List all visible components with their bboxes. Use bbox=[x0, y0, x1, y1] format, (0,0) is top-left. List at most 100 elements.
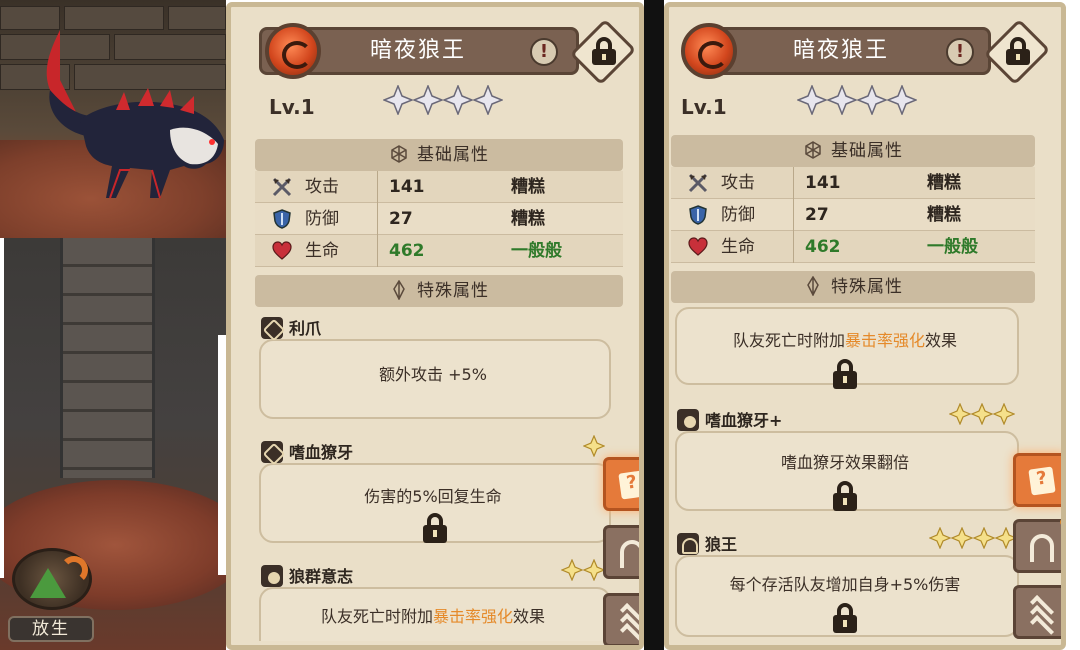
fire-element-icon bbox=[681, 23, 737, 79]
skill-list: 队友死亡时附加暴击率强化效果 嗜血獠牙+ 嗜血獠牙效果翻倍 狼王 每个存活队友增… bbox=[671, 303, 1023, 641]
attribute-label: 生命 bbox=[305, 241, 339, 261]
skill-title: 狼王 bbox=[705, 535, 738, 554]
lock-icon bbox=[831, 481, 859, 513]
help-book-button[interactable] bbox=[603, 457, 639, 511]
star-icon bbox=[992, 402, 1016, 426]
star-icon bbox=[928, 526, 952, 550]
heart-icon bbox=[688, 237, 708, 256]
skill-title: 狼群意志 bbox=[289, 567, 354, 586]
sun-icon bbox=[677, 409, 699, 431]
star-icon bbox=[948, 402, 972, 426]
attribute-row-hp: 生命 462 一般般 bbox=[255, 235, 623, 267]
skill-description: 队友死亡时附加暴击率强化效果 bbox=[732, 331, 958, 350]
skill-header: 利爪 bbox=[261, 315, 321, 339]
lock-icon bbox=[421, 513, 449, 545]
skill-title: 嗜血獠牙+ bbox=[705, 411, 783, 430]
attribute-label: 生命 bbox=[721, 237, 755, 257]
sun-icon bbox=[261, 565, 283, 587]
upgrade-button[interactable] bbox=[1013, 518, 1061, 573]
skill-description: 队友死亡时附加暴击率强化效果 bbox=[320, 607, 546, 626]
skill-title: 利爪 bbox=[289, 319, 322, 338]
star-icon bbox=[560, 558, 584, 582]
pet-name: 暗夜狼王 bbox=[369, 38, 466, 63]
skill-card[interactable]: 嗜血獠牙+ 嗜血獠牙效果翻倍 bbox=[671, 402, 1019, 513]
skill-stars bbox=[582, 434, 606, 459]
skill-card[interactable]: 狼群意志 队友死亡时附加暴击率强化效果 bbox=[255, 558, 611, 641]
attribute-row-hp: 生命 462 一般般 bbox=[671, 231, 1035, 263]
divider bbox=[644, 0, 664, 650]
attribute-row-attack: 攻击 141 糟糕 bbox=[255, 171, 623, 203]
skill-header: 嗜血獠牙+ bbox=[677, 407, 782, 431]
attribute-label: 攻击 bbox=[721, 173, 755, 193]
stone-pillar bbox=[60, 238, 155, 478]
star-icon bbox=[381, 83, 415, 117]
attribute-value: 141 bbox=[805, 173, 841, 193]
star-icon bbox=[441, 83, 475, 117]
return-arrow-icon bbox=[60, 556, 88, 584]
skill-card[interactable]: 利爪 额外攻击 +5% bbox=[255, 311, 611, 419]
arch-icon bbox=[1030, 534, 1054, 562]
attribute-row-attack: 攻击 141 糟糕 bbox=[671, 167, 1035, 199]
swords-icon bbox=[688, 173, 708, 193]
base-attributes-header: 基础属性 bbox=[255, 139, 623, 171]
star-icon bbox=[950, 526, 974, 550]
unlock-icon bbox=[1006, 37, 1030, 65]
star-rating bbox=[795, 83, 919, 119]
name-bar: 暗夜狼王 ! bbox=[693, 27, 991, 75]
star-icon bbox=[885, 83, 919, 117]
skill-description: 每个存活队友增加自身+5%伤害 bbox=[729, 575, 961, 594]
star-icon bbox=[795, 83, 829, 117]
attribute-value: 27 bbox=[389, 209, 413, 229]
star-icon bbox=[582, 558, 606, 582]
unlock-icon bbox=[592, 37, 616, 65]
skill-list: 利爪 额外攻击 +5% 嗜血獠牙 伤害的5%回复生命 狼群意志 队友死亡时附加暴… bbox=[255, 311, 615, 641]
question-book-icon bbox=[618, 470, 639, 500]
skill-header: 狼王 bbox=[677, 531, 737, 555]
skill-card[interactable]: 队友死亡时附加暴击率强化效果 bbox=[671, 303, 1019, 389]
rank-button[interactable] bbox=[603, 593, 639, 645]
special-attributes-header: 特殊属性 bbox=[255, 275, 623, 307]
skill-description: 嗜血獠牙效果翻倍 bbox=[780, 453, 909, 472]
attribute-grade: 一般般 bbox=[511, 241, 562, 261]
attribute-grade: 一般般 bbox=[927, 237, 978, 257]
skill-stars bbox=[948, 402, 1016, 427]
star-icon bbox=[855, 83, 889, 117]
star-icon bbox=[471, 83, 505, 117]
divider bbox=[218, 335, 226, 575]
help-book-button[interactable] bbox=[1013, 453, 1061, 507]
star-icon bbox=[582, 434, 606, 458]
attribute-grade: 糟糕 bbox=[511, 177, 545, 197]
attribute-table: 攻击 141 糟糕 防御 27 糟糕 生命 462 一般般 bbox=[255, 171, 623, 267]
star-icon bbox=[970, 402, 994, 426]
skill-stars bbox=[560, 558, 606, 583]
lock-icon bbox=[831, 603, 859, 635]
attribute-grade: 糟糕 bbox=[927, 173, 961, 193]
attribute-value: 462 bbox=[389, 241, 425, 261]
attribute-grade: 糟糕 bbox=[927, 205, 961, 225]
attribute-value: 141 bbox=[389, 177, 425, 197]
info-icon[interactable]: ! bbox=[530, 38, 558, 66]
divider bbox=[0, 238, 4, 578]
attribute-label: 防御 bbox=[305, 209, 339, 229]
release-label[interactable]: 放生 bbox=[8, 616, 94, 642]
fire-element-icon bbox=[265, 23, 321, 79]
star-icon bbox=[411, 83, 445, 117]
skill-description: 额外攻击 +5% bbox=[379, 365, 487, 384]
attribute-row-defense: 防御 27 糟糕 bbox=[671, 199, 1035, 231]
rank-button[interactable] bbox=[1013, 585, 1061, 640]
star-icon bbox=[972, 526, 996, 550]
upgrade-button[interactable] bbox=[603, 525, 639, 579]
section-title: 基础属性 bbox=[417, 145, 489, 165]
cube-icon bbox=[803, 139, 823, 159]
section-title: 特殊属性 bbox=[831, 277, 903, 297]
screen: 放生 暗夜狼王 ! Lv.1 基础属性 攻击 141 糟糕 防御 27 糟糕 生… bbox=[0, 0, 1080, 650]
skill-description: 伤害的5%回复生命 bbox=[364, 487, 502, 506]
skill-card[interactable]: 嗜血獠牙 伤害的5%回复生命 bbox=[255, 434, 611, 545]
attribute-value: 27 bbox=[805, 205, 829, 225]
cube-icon bbox=[389, 143, 409, 163]
skill-stars bbox=[928, 526, 1018, 551]
crystal-icon bbox=[803, 275, 823, 297]
hexagon-icon bbox=[261, 317, 283, 339]
skill-card[interactable]: 狼王 每个存活队友增加自身+5%伤害 bbox=[671, 526, 1019, 637]
info-icon[interactable]: ! bbox=[946, 38, 974, 66]
